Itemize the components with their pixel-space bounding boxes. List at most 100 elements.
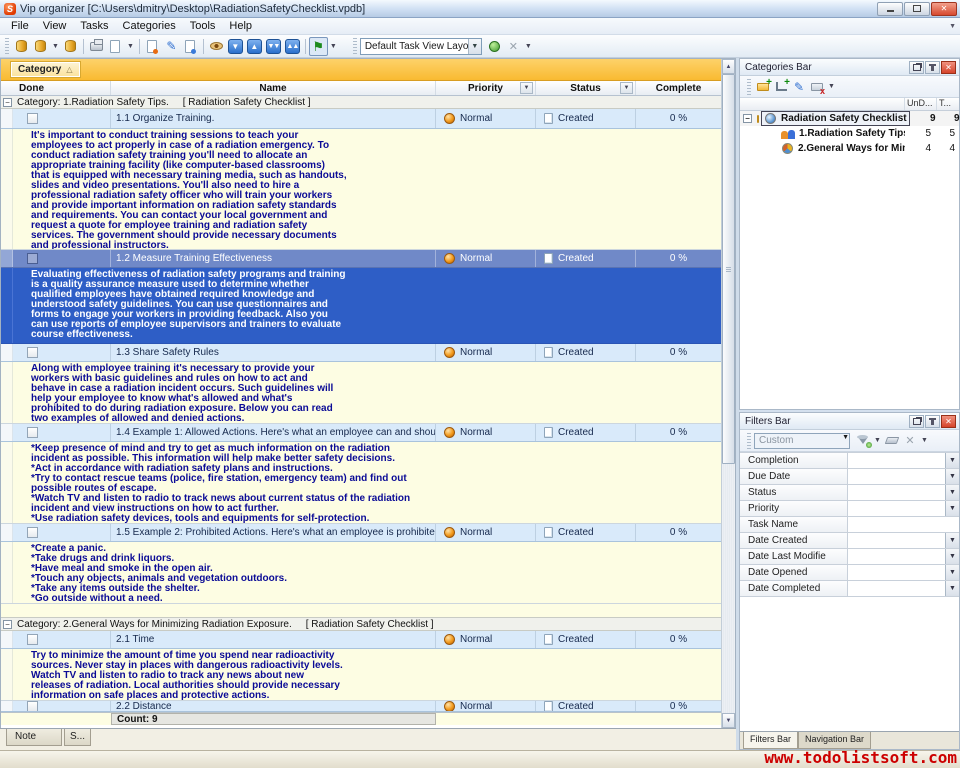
task-name-cell[interactable]: 1.5 Example 2: Prohibited Actions. Here'… — [111, 524, 436, 541]
done-checkbox[interactable] — [27, 253, 38, 264]
priority-cell[interactable]: Normal — [436, 424, 536, 441]
done-checkbox[interactable] — [27, 634, 38, 645]
menu-overflow-icon[interactable]: ▼ — [949, 23, 956, 30]
navigation-bar-tab[interactable]: Navigation Bar — [798, 732, 871, 749]
filter-value-field[interactable] — [848, 581, 945, 596]
filter-dropdown-icon[interactable]: ▼ — [945, 549, 959, 564]
status-cell[interactable]: Created — [536, 631, 636, 648]
column-header-status[interactable]: Status▼ — [536, 81, 636, 95]
task-row[interactable]: 1.1 Organize Training. Normal Created 0 … — [1, 109, 721, 129]
task-notes-row-selected[interactable]: Evaluating effectiveness of radiation sa… — [1, 268, 721, 344]
filter-dropdown-icon[interactable]: ▼ — [945, 453, 959, 468]
collapse-group-icon[interactable]: − — [3, 620, 12, 629]
status-cell[interactable]: Created — [536, 424, 636, 441]
priority-cell[interactable]: Normal — [436, 109, 536, 128]
tree-item-category-2[interactable]: 2.General Ways for Minimizir 4 4 — [740, 141, 959, 156]
menu-help[interactable]: Help — [222, 19, 259, 33]
group-by-category-tab[interactable]: Category △ — [11, 62, 80, 77]
clear-filter-button[interactable] — [883, 432, 901, 449]
print-button[interactable] — [87, 37, 106, 56]
panel-close-button[interactable]: ✕ — [941, 415, 956, 428]
group-row[interactable]: − Category: 1.Radiation Safety Tips. [ R… — [1, 96, 721, 109]
priority-cell[interactable]: Normal — [436, 631, 536, 648]
status-cell[interactable]: Created — [536, 109, 636, 128]
delete-layout-button[interactable]: ✕ — [504, 37, 523, 56]
collapse-tree-icon[interactable]: − — [743, 114, 752, 123]
toolbar-grip[interactable] — [747, 433, 751, 449]
toolbar-grip[interactable] — [747, 79, 751, 95]
task-notes-row[interactable]: *Keep presence of mind and try to get as… — [1, 442, 721, 524]
close-button[interactable]: ✕ — [931, 2, 957, 16]
task-row[interactable]: 1.4 Example 1: Allowed Actions. Here's w… — [1, 424, 721, 442]
note-tab[interactable]: Note — [6, 729, 62, 746]
filter-dropdown-icon[interactable]: ▼ — [945, 565, 959, 580]
new-database-button[interactable] — [12, 37, 31, 56]
filters-bar-tab[interactable]: Filters Bar — [743, 732, 798, 749]
menu-view[interactable]: View — [36, 19, 74, 33]
panel-close-button[interactable]: ✕ — [941, 61, 956, 74]
save-database-button[interactable] — [61, 37, 80, 56]
chart-dropdown-icon[interactable]: ▼ — [328, 43, 339, 50]
filter-value-field[interactable] — [848, 501, 945, 516]
preset-combo-dropdown-icon[interactable]: ▼ — [842, 434, 849, 448]
scrollbar-track[interactable] — [722, 74, 735, 713]
edit-task-button[interactable]: ✎ — [162, 37, 181, 56]
filter-value-field[interactable] — [848, 533, 945, 548]
group-row[interactable]: − Category: 2.General Ways for Minimizin… — [1, 618, 721, 631]
done-checkbox[interactable] — [27, 527, 38, 538]
undone-column-header[interactable]: UnD... — [905, 98, 937, 110]
task-row[interactable]: 2.1 Time Normal Created 0 % — [1, 631, 721, 649]
column-header-done[interactable]: Done — [1, 81, 111, 95]
view-notes-button[interactable] — [207, 37, 226, 56]
print-preview-button[interactable] — [106, 37, 125, 56]
done-checkbox[interactable] — [27, 427, 38, 438]
vertical-scrollbar[interactable]: ▲ ▼ — [721, 59, 735, 728]
column-header-complete[interactable]: Complete — [636, 81, 721, 95]
filter-dropdown-icon[interactable]: ▼ — [872, 437, 883, 444]
column-header-name[interactable]: Name — [111, 81, 436, 95]
priority-filter-dropdown-icon[interactable]: ▼ — [520, 82, 533, 94]
task-name-cell[interactable]: 2.1 Time — [111, 631, 436, 648]
task-name-cell[interactable]: 1.3 Share Safety Rules — [111, 344, 436, 361]
apply-filter-button[interactable] — [854, 432, 872, 449]
task-row[interactable]: 1.3 Share Safety Rules Normal Created 0 … — [1, 344, 721, 362]
edit-category-button[interactable]: ✎ — [790, 78, 808, 95]
apply-layout-button[interactable] — [485, 37, 504, 56]
done-checkbox[interactable] — [27, 347, 38, 358]
filters-toolbar-overflow-icon[interactable]: ▼ — [919, 437, 930, 444]
priority-cell[interactable]: Normal — [436, 250, 536, 267]
new-category-button[interactable] — [754, 78, 772, 95]
menu-file[interactable]: File — [4, 19, 36, 33]
status-cell[interactable]: Created — [536, 250, 636, 267]
collapse-group-icon[interactable]: − — [3, 98, 12, 107]
panel-restore-button[interactable] — [909, 61, 924, 74]
delete-task-button[interactable] — [181, 37, 200, 56]
toolbar-grip[interactable] — [353, 38, 357, 54]
maximize-button[interactable] — [904, 2, 930, 16]
status-filter-dropdown-icon[interactable]: ▼ — [620, 82, 633, 94]
priority-cell[interactable]: Normal — [436, 344, 536, 361]
task-view-layout-combo[interactable]: Default Task View Layout ▼ — [360, 38, 482, 55]
open-database-button[interactable] — [31, 37, 50, 56]
filter-preset-combo[interactable]: Custom ▼ — [754, 433, 850, 449]
delete-category-button[interactable] — [808, 78, 826, 95]
move-up-button[interactable]: ▲ — [245, 37, 264, 56]
task-name-cell[interactable]: 2.2 Distance — [111, 701, 436, 711]
filter-value-field[interactable] — [848, 469, 945, 484]
tree-item-checklist[interactable]: − Radiation Safety Checklist 9 9 — [740, 111, 959, 126]
print-dropdown-icon[interactable]: ▼ — [125, 43, 136, 50]
column-header-priority[interactable]: Priority▼ — [436, 81, 536, 95]
scroll-down-icon[interactable]: ▼ — [722, 713, 735, 728]
move-down-button[interactable]: ▼ — [226, 37, 245, 56]
done-checkbox[interactable] — [27, 113, 38, 124]
panel-pin-button[interactable] — [925, 61, 940, 74]
task-row-selected[interactable]: 1.2 Measure Training Effectiveness Norma… — [1, 250, 721, 268]
filter-value-field[interactable] — [848, 453, 945, 468]
task-notes-row[interactable]: Along with employee training it's necess… — [1, 362, 721, 424]
move-top-button[interactable]: ▲▲ — [283, 37, 302, 56]
task-name-cell[interactable]: 1.1 Organize Training. — [111, 109, 436, 128]
new-subcategory-button[interactable] — [772, 78, 790, 95]
filter-value-field[interactable] — [848, 485, 945, 500]
total-column-header[interactable]: T... — [937, 98, 959, 110]
task-notes-row[interactable]: *Create a panic. *Take drugs and drink l… — [1, 542, 721, 604]
